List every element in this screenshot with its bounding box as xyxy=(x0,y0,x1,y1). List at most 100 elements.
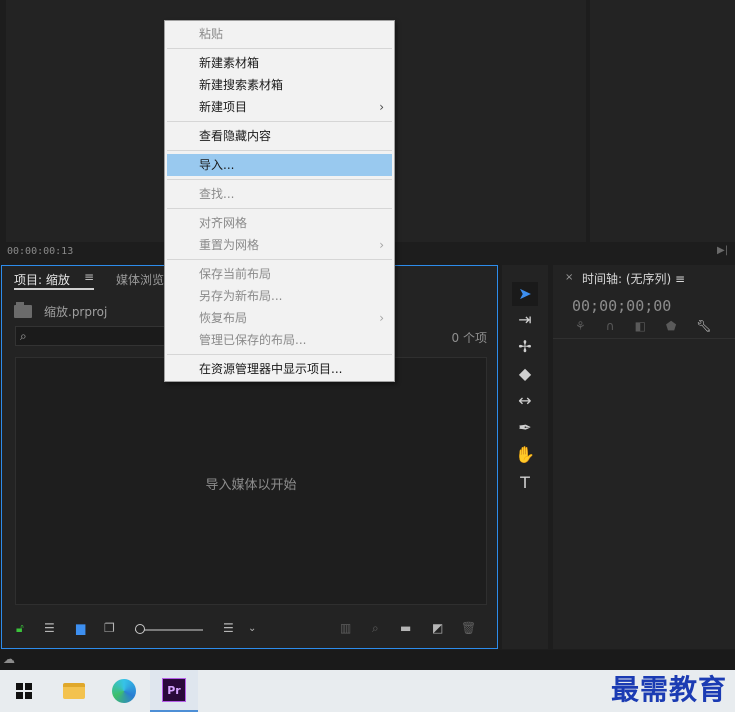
tools-panel: ➤ ⇥ ✢ ◆ ↔ ✒ ✋ T xyxy=(502,265,548,649)
menu-item[interactable]: 在资源管理器中显示项目... xyxy=(165,358,394,380)
status-strip: ☁ xyxy=(0,650,735,670)
new-bin-icon[interactable]: ▬ xyxy=(400,621,411,635)
slip-tool-icon[interactable]: ↔ xyxy=(512,389,538,413)
creative-cloud-icon[interactable]: ☁ xyxy=(3,652,15,666)
chevron-right-icon: › xyxy=(379,311,384,325)
watermark: 最需教育 xyxy=(610,673,727,706)
taskbar-edge[interactable] xyxy=(100,670,148,712)
list-view-icon[interactable]: ☰ xyxy=(44,621,55,635)
zoom-slider-handle[interactable] xyxy=(135,624,145,634)
panel-menu-icon[interactable]: ≡ xyxy=(84,270,94,284)
timeline-timecode[interactable]: 00;00;00;00 xyxy=(572,297,671,315)
type-tool-icon[interactable]: T xyxy=(512,471,538,495)
lock-icon[interactable]: 🔓︎ xyxy=(16,621,24,636)
menu-item-label: 粘贴 xyxy=(199,27,224,41)
taskbar-premiere[interactable]: Pr xyxy=(150,670,198,712)
menu-item: 保存当前布局 xyxy=(165,263,394,285)
tab-media-browser[interactable]: 媒体浏览 xyxy=(116,271,164,288)
ripple-edit-tool-icon[interactable]: ✢ xyxy=(512,335,538,359)
menu-item[interactable]: 导入... xyxy=(167,154,392,176)
search-input[interactable]: ⌕ xyxy=(15,326,175,346)
menu-item: 恢复布局 › xyxy=(165,307,394,329)
new-item-icon[interactable]: ◩ xyxy=(432,621,443,635)
menu-item: 重置为网格 › xyxy=(165,234,394,256)
timeline-title[interactable]: 时间轴: (无序列) ≡ xyxy=(582,270,685,287)
timeline-toolbar: ⚘ ∩ ◧ ⬟ 🔧︎ xyxy=(575,319,712,333)
menu-item-label: 新建素材箱 xyxy=(199,56,260,70)
menu-item-label: 重置为网格 xyxy=(199,238,260,252)
menu-item[interactable]: 查看隐藏内容 xyxy=(165,125,394,147)
menu-item-label: 另存为新布局... xyxy=(199,289,283,303)
source-timecode[interactable]: 00:00:00:13 xyxy=(7,246,73,257)
menu-item-label: 查看隐藏内容 xyxy=(199,129,272,143)
menu-item: 对齐网格 xyxy=(165,212,394,234)
menu-separator xyxy=(167,208,392,209)
taskbar: Pr 最需教育 xyxy=(0,670,735,712)
item-count: 0 个项 xyxy=(451,331,487,345)
menu-separator xyxy=(167,179,392,180)
menu-item-label: 恢复布局 xyxy=(199,311,248,325)
chevron-right-icon: › xyxy=(379,238,384,252)
folder-icon xyxy=(63,683,85,699)
project-file-row: 缩放.prproj xyxy=(14,301,108,320)
timeline-panel: × 时间轴: (无序列) ≡ 00;00;00;00 ⚘ ∩ ◧ ⬟ 🔧︎ xyxy=(553,265,735,649)
menu-item-label: 查找... xyxy=(199,187,235,201)
menu-item: 管理已保存的布局... xyxy=(165,329,394,351)
sort-icon[interactable]: ☰ xyxy=(223,621,234,635)
project-bottom-bar: 🔓︎ ☰ ▆ ❐ ☰ ⌄ ▥ ⌕ ▬ ◩ 🗑︎ xyxy=(2,618,497,642)
menu-separator xyxy=(167,121,392,122)
context-menu: 粘贴新建素材箱新建搜索素材箱 新建项目 › 查看隐藏内容 导入... 查找... 对齐网格重… xyxy=(164,20,395,382)
media-drop-area[interactable]: 导入媒体以开始 xyxy=(15,357,487,605)
project-file-name: 缩放.prproj xyxy=(44,304,108,319)
menu-item[interactable]: 新建项目 › xyxy=(165,96,394,118)
marker-icon[interactable]: ⬟ xyxy=(666,319,676,333)
menu-separator xyxy=(167,150,392,151)
menu-item: 查找... xyxy=(165,183,394,205)
menu-separator xyxy=(167,48,392,49)
selection-tool-icon[interactable]: ➤ xyxy=(512,282,538,306)
menu-item-label: 对齐网格 xyxy=(199,216,248,230)
menu-item: 粘贴 xyxy=(165,23,394,45)
trash-icon[interactable]: 🗑︎ xyxy=(461,621,476,635)
menu-item-label: 新建项目 xyxy=(199,100,248,114)
menu-item: 另存为新布局... xyxy=(165,285,394,307)
automate-to-sequence-icon[interactable]: ▥ xyxy=(340,621,351,635)
close-icon[interactable]: × xyxy=(565,272,573,283)
search-icon: ⌕ xyxy=(20,329,27,343)
menu-item-label: 管理已保存的布局... xyxy=(199,333,307,347)
start-button[interactable] xyxy=(0,670,48,712)
divider xyxy=(553,338,735,339)
empty-hint: 导入媒体以开始 xyxy=(205,478,297,493)
menu-item[interactable]: 新建搜索素材箱 xyxy=(165,74,394,96)
track-select-tool-icon[interactable]: ⇥ xyxy=(512,308,538,332)
hand-tool-icon[interactable]: ✋ xyxy=(512,443,538,467)
menu-item-label: 保存当前布局 xyxy=(199,267,272,281)
chevron-right-icon: › xyxy=(379,100,384,114)
wrench-icon[interactable]: 🔧︎ xyxy=(696,319,711,333)
tab-project[interactable]: 项目: 缩放 xyxy=(14,271,70,288)
menu-separator xyxy=(167,354,392,355)
active-tab-underline xyxy=(14,288,94,290)
freeform-view-icon[interactable]: ❐ xyxy=(104,621,115,635)
find-icon[interactable]: ⌕ xyxy=(372,621,379,636)
program-monitor-viewer xyxy=(590,0,735,242)
zoom-slider-track[interactable] xyxy=(135,629,203,631)
menu-item[interactable]: 新建素材箱 xyxy=(165,52,394,74)
premiere-icon: Pr xyxy=(162,678,186,702)
menu-item-label: 新建搜索素材箱 xyxy=(199,78,284,92)
menu-item-label: 导入... xyxy=(199,158,235,172)
linked-selection-icon[interactable]: ◧ xyxy=(635,319,646,333)
nest-icon[interactable]: ⚘ xyxy=(575,319,586,333)
taskbar-file-explorer[interactable] xyxy=(50,670,98,712)
pen-tool-icon[interactable]: ✒ xyxy=(512,416,538,440)
menu-item-label: 在资源管理器中显示项目... xyxy=(199,362,343,376)
folder-icon xyxy=(14,301,32,318)
icon-view-icon[interactable]: ▆ xyxy=(76,621,85,635)
razor-tool-icon[interactable]: ◆ xyxy=(512,362,538,386)
edge-icon xyxy=(112,679,136,703)
chevron-down-icon[interactable]: ⌄ xyxy=(248,623,256,634)
menu-separator xyxy=(167,259,392,260)
snap-icon[interactable]: ∩ xyxy=(606,319,615,333)
windows-icon xyxy=(16,683,32,699)
step-forward-icon[interactable]: ▶| xyxy=(717,245,728,256)
